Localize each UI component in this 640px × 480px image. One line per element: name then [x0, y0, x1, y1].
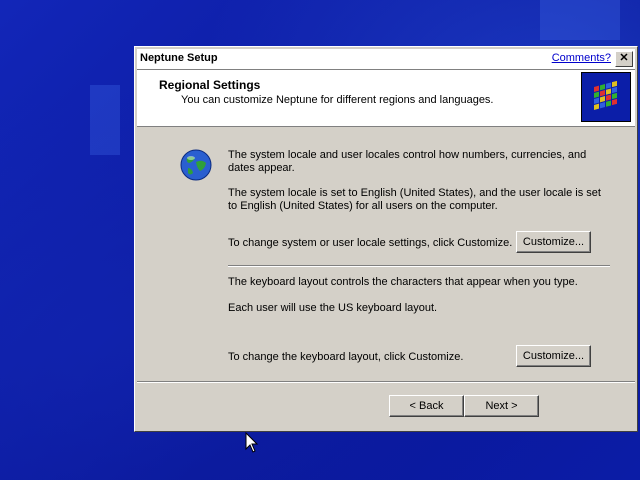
windows-logo-icon: [581, 72, 631, 122]
page-title: Regional Settings: [159, 78, 261, 92]
page-subtitle: You can customize Neptune for different …: [181, 94, 494, 106]
footer-divider: [137, 381, 635, 383]
window-title: Neptune Setup: [140, 52, 218, 64]
next-button[interactable]: Next >: [464, 395, 539, 417]
close-button[interactable]: ✕: [615, 51, 633, 67]
back-button[interactable]: < Back: [389, 395, 464, 417]
comments-link[interactable]: Comments?: [552, 52, 611, 64]
desktop-decoration: [540, 0, 620, 40]
title-bar: Neptune Setup Comments? ✕: [137, 49, 635, 70]
locale-current-setting: The system locale is set to English (Uni…: [228, 187, 601, 212]
customize-locale-button[interactable]: Customize...: [516, 231, 591, 253]
locale-description: The system locale and user locales contr…: [228, 149, 587, 174]
desktop-decoration: [90, 85, 120, 155]
mouse-pointer-icon: [245, 431, 259, 459]
setup-window: Neptune Setup Comments? ✕ Regional Setti…: [134, 46, 638, 432]
keyboard-current-setting: Each user will use the US keyboard layou…: [228, 302, 438, 314]
globe-icon: [180, 149, 212, 181]
section-divider: [228, 265, 610, 267]
keyboard-description: The keyboard layout controls the charact…: [228, 276, 578, 288]
customize-keyboard-button[interactable]: Customize...: [516, 345, 591, 367]
wizard-header: Regional Settings You can customize Nept…: [137, 70, 635, 127]
